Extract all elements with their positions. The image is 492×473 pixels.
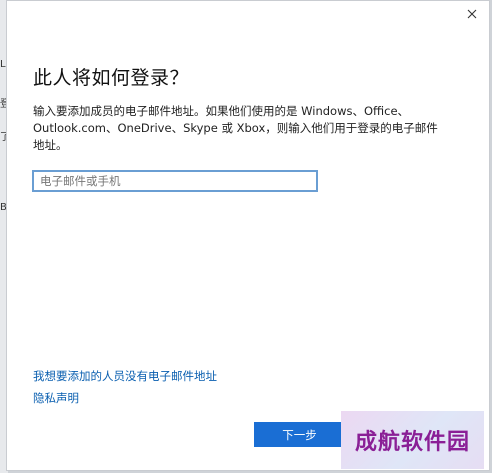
- close-button[interactable]: [463, 5, 481, 23]
- add-account-dialog: 此人将如何登录？ 输入要添加成员的电子邮件地址。如果他们使用的是 Windows…: [6, 0, 490, 471]
- watermark-text: 成航软件园: [354, 429, 470, 455]
- background-text-fragment: L: [0, 59, 6, 70]
- email-or-phone-input[interactable]: [32, 170, 318, 192]
- dialog-description: 输入要添加成员的电子邮件地址。如果他们使用的是 Windows、Office、O…: [33, 104, 438, 152]
- close-icon: [467, 9, 477, 19]
- watermark: 成航软件园: [341, 411, 484, 469]
- next-button[interactable]: 下一步: [254, 422, 345, 447]
- no-email-address-link[interactable]: 我想要添加的人员没有电子邮件地址: [33, 368, 217, 384]
- dialog-title: 此人将如何登录？: [33, 67, 190, 89]
- privacy-statement-link[interactable]: 隐私声明: [33, 390, 79, 406]
